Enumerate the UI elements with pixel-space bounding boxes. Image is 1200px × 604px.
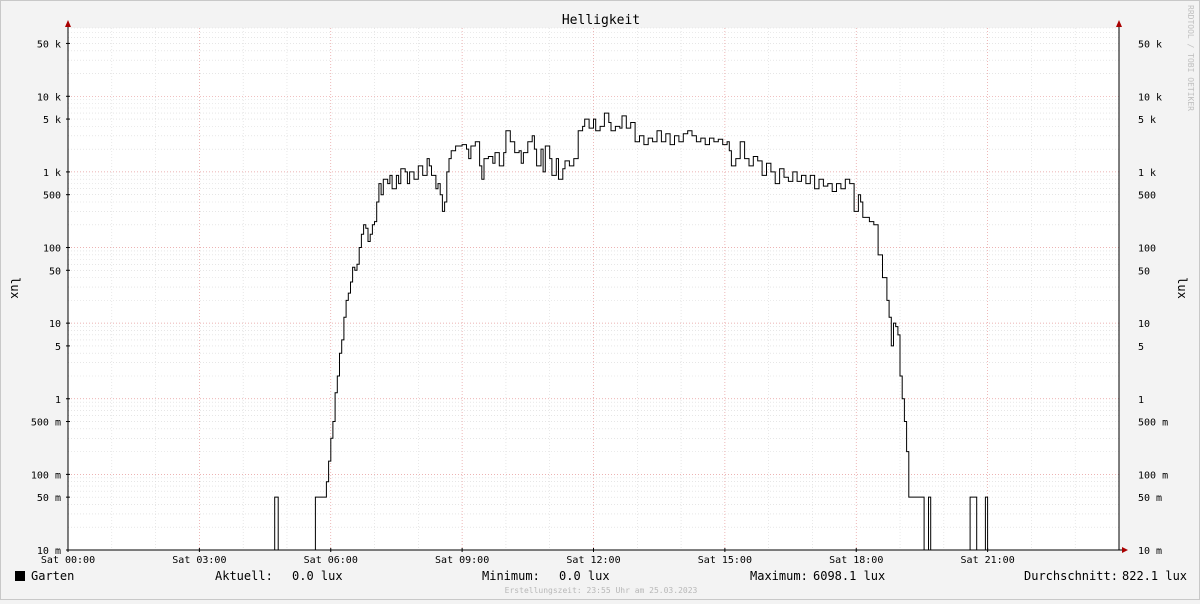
x-tick-label: Sat 12:00 <box>566 555 620 566</box>
y-tick-label-right: 10 k <box>1138 92 1162 103</box>
y-tick-label-left: 100 <box>43 244 61 255</box>
creation-time-credit: Erstellungszeit: 23:55 Uhr am 25.03.2023 <box>504 586 698 595</box>
y-tick-label-right: 10 <box>1138 319 1150 330</box>
x-tick-label: Sat 00:00 <box>41 555 95 566</box>
y-tick-label-right: 1 k <box>1138 168 1156 179</box>
x-tick-label: Sat 06:00 <box>304 555 358 566</box>
chart-title: Helligkeit <box>562 13 640 28</box>
x-tick-label: Sat 18:00 <box>829 555 883 566</box>
y-tick-label-right: 50 k <box>1138 39 1162 50</box>
legend-avg-value: 822.1 lux <box>1122 569 1188 583</box>
chart-frame: 50 k 10 k 5 k 1 k 500 100 50 10 5 1 500 m 100 m 50 m… <box>0 0 1200 600</box>
legend-max-label: Maximum: <box>750 569 808 583</box>
y-tick-labels-right: 50 k 10 k 5 k 1 k 500 100 50 10 5 1 500 m 100 m 50 m… <box>1138 39 1168 557</box>
chart-svg: 50 k 10 k 5 k 1 k 500 100 50 10 5 1 500 m 100 m 50 m… <box>8 13 1189 566</box>
y-tick-label-left: 10 k <box>37 92 61 103</box>
y-tick-label-left: 50 k <box>37 39 61 50</box>
rrdtool-watermark: RRDTOOL / TOBI OETIKER <box>1186 5 1195 111</box>
x-tick-label: Sat 15:00 <box>698 555 752 566</box>
y-tick-label-right: 10 m <box>1138 546 1162 557</box>
x-axis-arrow <box>1122 547 1128 553</box>
x-tick-label: Sat 03:00 <box>172 555 226 566</box>
legend-series-name: Garten <box>31 569 75 583</box>
y-tick-label-left: 5 <box>55 342 61 353</box>
y-tick-label-left: 5 k <box>43 115 61 126</box>
y-tick-label-right: 50 m <box>1138 493 1162 504</box>
y-tick-label-left: 500 m <box>31 418 61 429</box>
x-tick-label: Sat 21:00 <box>961 555 1015 566</box>
y-tick-label-right: 500 m <box>1138 418 1168 429</box>
x-tick-labels: Sat 00:00 Sat 03:00 Sat 06:00 Sat 09:00 Sat … <box>41 555 1015 566</box>
legend-avg-label: Durchschnitt: <box>1024 569 1118 583</box>
legend-current-value: 0.0 lux <box>292 569 343 583</box>
y-tick-label-left: 500 <box>43 191 61 202</box>
y-axis-arrow-left <box>65 20 71 27</box>
legend-max-value: 6098.1 lux <box>813 569 886 583</box>
legend-min-value: 0.0 lux <box>559 569 610 583</box>
legend-current-label: Aktuell: <box>215 569 273 583</box>
y-axis-label-right: lux <box>1175 277 1189 299</box>
y-tick-label-left: 100 m <box>31 470 61 481</box>
legend-min-label: Minimum: <box>482 569 540 583</box>
y-tick-label-right: 5 k <box>1138 115 1156 126</box>
y-tick-label-left: 50 m <box>37 493 61 504</box>
y-tick-label-right: 100 <box>1138 244 1156 255</box>
y-tick-label-right: 50 <box>1138 266 1150 277</box>
y-tick-labels-left: 50 k 10 k 5 k 1 k 500 100 50 10 5 1 500 m 100 m 50 m… <box>31 39 61 557</box>
y-tick-label-left: 1 <box>55 395 61 406</box>
y-axis-arrow-right <box>1116 20 1122 27</box>
y-axis-label-left: lux <box>8 277 22 299</box>
y-tick-label-right: 5 <box>1138 342 1144 353</box>
y-tick-label-right: 500 <box>1138 191 1156 202</box>
x-tick-label: Sat 09:00 <box>435 555 489 566</box>
y-tick-label-left: 50 <box>49 266 61 277</box>
legend-swatch-garten <box>15 571 25 581</box>
y-tick-label-right: 100 m <box>1138 470 1168 481</box>
y-tick-label-right: 1 <box>1138 395 1144 406</box>
y-tick-label-left: 10 <box>49 319 61 330</box>
y-tick-label-left: 1 k <box>43 168 61 179</box>
